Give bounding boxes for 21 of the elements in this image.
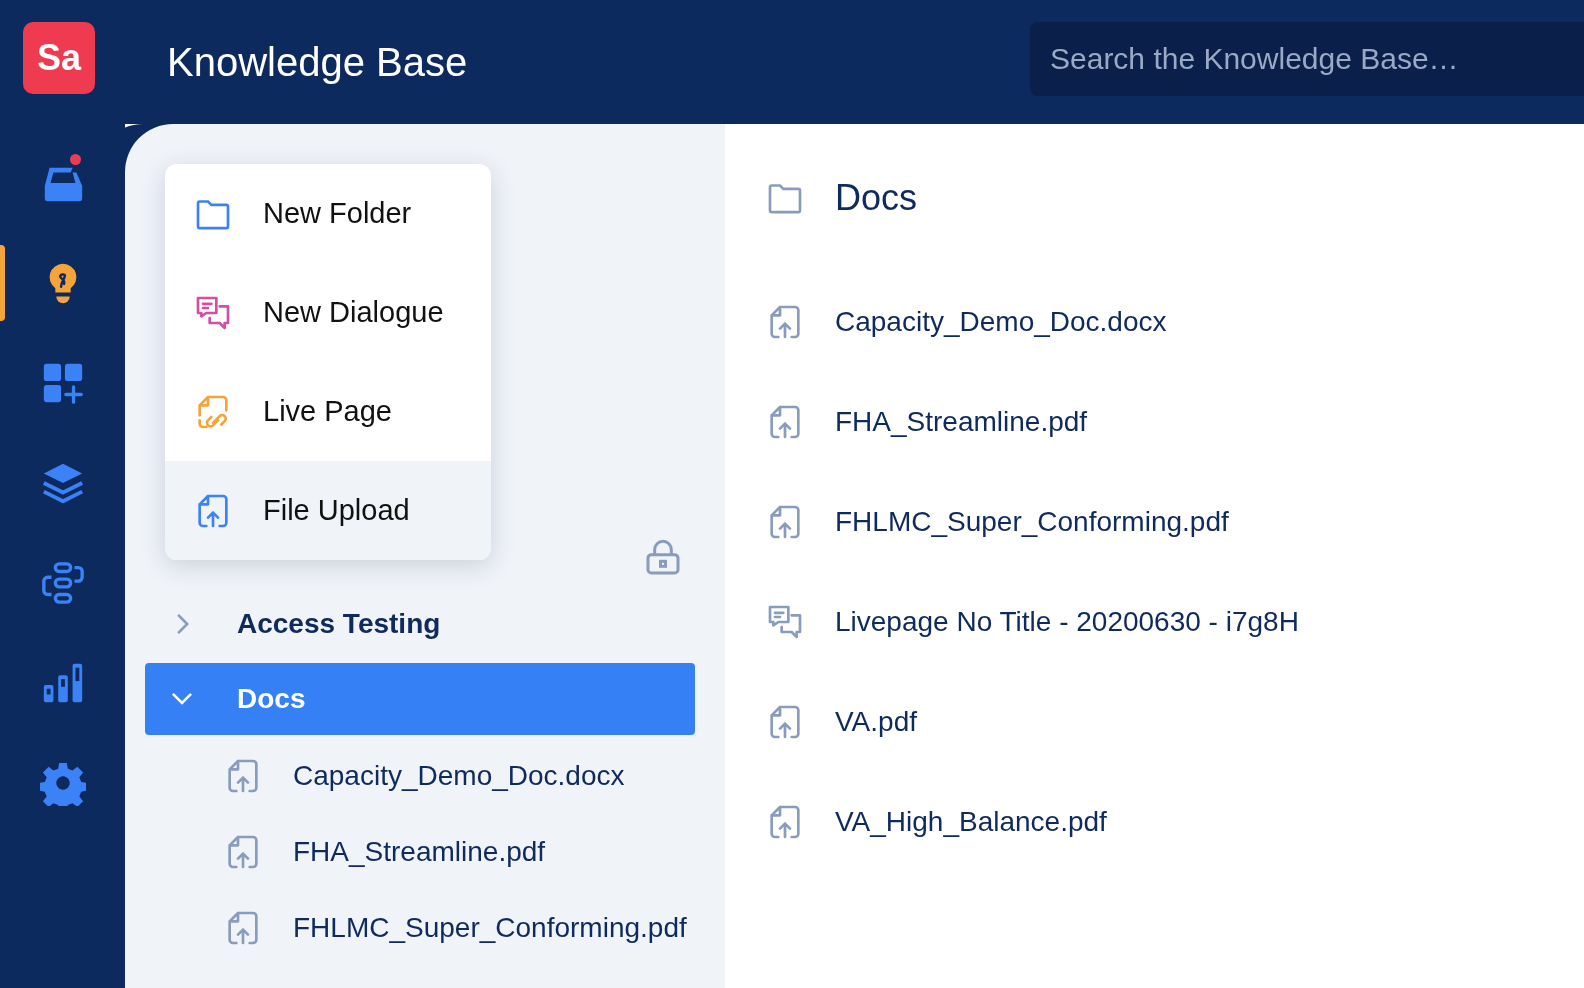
file-item[interactable]: Capacity_Demo_Doc.docx — [765, 272, 1584, 372]
workflow-icon[interactable] — [39, 560, 86, 606]
tree-file-item[interactable]: FHA_Streamline.pdf — [125, 814, 725, 890]
file-item[interactable]: VA_High_Balance.pdf — [765, 772, 1584, 872]
file-item[interactable]: Livepage No Title - 20200630 - i7g8H — [765, 572, 1584, 672]
file-item[interactable]: FHLMC_Super_Conforming.pdf — [765, 472, 1584, 572]
folder-title: Docs — [835, 177, 918, 219]
tree-file-item[interactable]: Capacity_Demo_Doc.docx — [125, 738, 725, 814]
search-field[interactable]: Search the Knowledge Base… — [1030, 22, 1584, 96]
tree-file-item[interactable]: FHLMC_Super_Conforming.pdf — [125, 890, 725, 966]
tree-folder-row[interactable]: Access Testing — [145, 588, 695, 660]
menu-item[interactable]: New Dialogue — [165, 263, 491, 362]
tree-folder-row[interactable]: Docs — [145, 663, 695, 735]
menu-item[interactable]: File Upload — [165, 461, 491, 560]
menu-item[interactable]: New Folder — [165, 164, 491, 263]
app-logo[interactable]: Sa — [23, 22, 95, 94]
file-item[interactable]: VA.pdf — [765, 672, 1584, 772]
page-title: Knowledge Base — [167, 39, 468, 85]
file-item[interactable]: FHA_Streamline.pdf — [765, 372, 1584, 472]
settings-icon[interactable] — [39, 760, 86, 806]
menu-item[interactable]: Live Page — [165, 362, 491, 461]
